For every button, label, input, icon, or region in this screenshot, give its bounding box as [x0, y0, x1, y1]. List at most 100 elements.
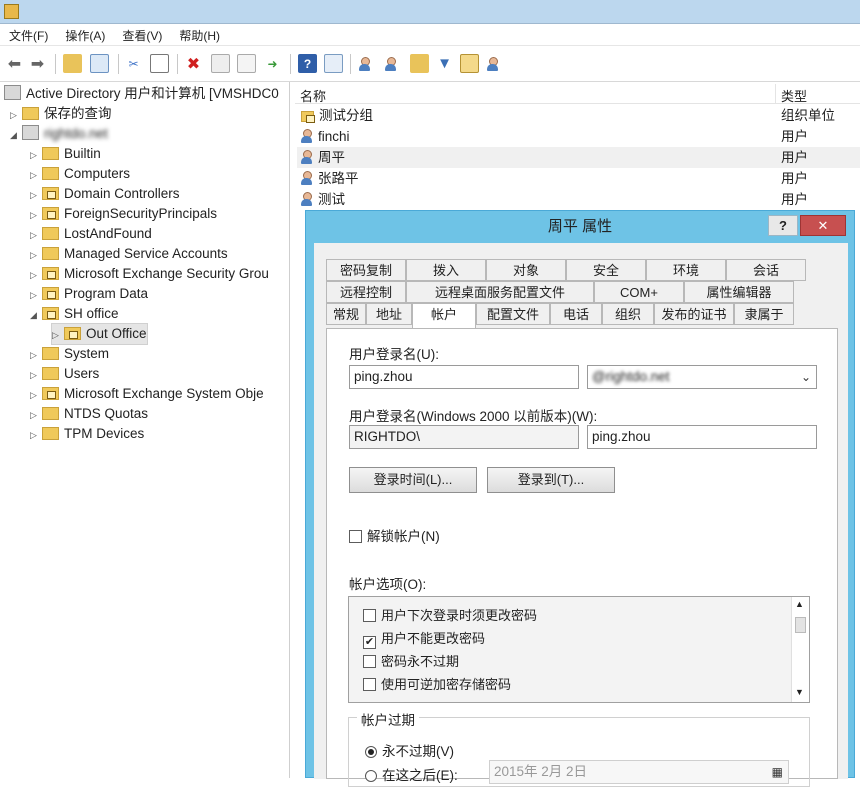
export-icon[interactable]: ➜	[263, 54, 282, 73]
tree-item[interactable]: ▷ ForeignSecurityPrincipals	[30, 204, 217, 224]
checkbox-icon[interactable]	[363, 609, 376, 622]
pre2000-name-input[interactable]: ping.zhou	[587, 425, 817, 449]
chevron-right-icon[interactable]: ▷	[30, 385, 42, 405]
column-name-header[interactable]: 名称	[300, 86, 326, 105]
checkbox-icon[interactable]	[349, 530, 362, 543]
tab[interactable]: 会话	[726, 259, 806, 281]
tree-item[interactable]: ▷ Out Office	[51, 323, 148, 345]
menu-help[interactable]: 帮助(H)	[170, 24, 228, 44]
tab[interactable]: 密码复制	[326, 259, 406, 281]
list-item[interactable]: 测试 用户	[297, 189, 860, 210]
account-option[interactable]: 用户下次登录时须更改密码	[363, 605, 537, 624]
logon-hours-button[interactable]: 登录时间(L)...	[349, 467, 477, 493]
tree-item[interactable]: ▷ TPM Devices	[30, 424, 144, 444]
checkbox-icon[interactable]	[363, 678, 376, 691]
tab[interactable]: 组织	[602, 303, 654, 325]
menu-action[interactable]: 操作(A)	[56, 24, 113, 44]
new-group-icon[interactable]	[384, 54, 403, 73]
tree-item[interactable]: ▷ Microsoft Exchange Security Grou	[30, 264, 269, 284]
add-to-group-icon[interactable]	[486, 54, 505, 73]
checkbox-icon[interactable]: ✔	[363, 636, 376, 649]
list-item[interactable]: 周平 用户	[297, 147, 860, 168]
cut-icon[interactable]: ✂	[124, 54, 143, 73]
tree-item[interactable]: ▷ System	[30, 344, 109, 364]
tab[interactable]: 配置文件	[476, 303, 550, 325]
back-arrow-icon[interactable]: ⬅	[5, 54, 24, 73]
account-option[interactable]: 使用可逆加密存储密码	[363, 674, 511, 693]
tree-item[interactable]: ▷ Computers	[30, 164, 130, 184]
menu-view[interactable]: 查看(V)	[113, 24, 170, 44]
delete-icon[interactable]: ✖	[184, 54, 203, 73]
tab[interactable]: 发布的证书	[654, 303, 734, 325]
tree-item[interactable]: ▷ Domain Controllers	[30, 184, 180, 204]
list-item[interactable]: finchi 用户	[297, 126, 860, 147]
tree-item-domain[interactable]: ◢ rightdo.net	[10, 124, 108, 144]
tree-item[interactable]: ▷ Program Data	[30, 284, 148, 304]
chevron-right-icon[interactable]: ▷	[30, 185, 42, 205]
end-of-radio[interactable]: 在这之后(E):	[365, 764, 458, 784]
tree-item[interactable]: ▷ Builtin	[30, 144, 101, 164]
list-scrollbar[interactable]: ▲ ▼	[791, 597, 809, 702]
new-user-icon[interactable]	[358, 54, 377, 73]
chevron-right-icon[interactable]: ▷	[30, 405, 42, 425]
tab[interactable]: COM+	[594, 281, 684, 303]
tab[interactable]: 安全	[566, 259, 646, 281]
chevron-right-icon[interactable]: ▷	[30, 145, 42, 165]
tab[interactable]: 远程控制	[326, 281, 406, 303]
copy-icon[interactable]	[150, 54, 169, 73]
checkbox-icon[interactable]	[363, 655, 376, 668]
chevron-right-icon[interactable]: ▷	[30, 265, 42, 285]
tab[interactable]: 地址	[366, 303, 412, 325]
chevron-right-icon[interactable]: ▷	[52, 325, 64, 345]
chevron-down-icon[interactable]: ◢	[30, 305, 42, 325]
forward-arrow-icon[interactable]: ➡	[28, 54, 47, 73]
show-tree-icon[interactable]	[90, 54, 109, 73]
chevron-right-icon[interactable]: ▷	[30, 285, 42, 305]
refresh-icon[interactable]	[237, 54, 256, 73]
filter-icon[interactable]: ▼	[435, 54, 454, 73]
chevron-right-icon[interactable]: ▷	[10, 105, 22, 125]
chevron-right-icon[interactable]: ▷	[30, 425, 42, 445]
help-button[interactable]: ?	[768, 215, 798, 236]
account-option[interactable]: 密码永不过期	[363, 651, 459, 670]
tree-item[interactable]: ◢ SH office	[30, 304, 119, 324]
chevron-right-icon[interactable]: ▷	[30, 245, 42, 265]
tree-item[interactable]: ▷ Users	[30, 364, 99, 384]
unlock-account-checkbox[interactable]: 解锁帐户(N)	[349, 525, 440, 545]
radio-icon[interactable]	[365, 770, 377, 782]
account-options-list[interactable]: 用户下次登录时须更改密码 ✔ 用户不能更改密码 密码永不过期使用可逆加密存储密码 ▲ …	[348, 596, 810, 703]
upn-suffix-select[interactable]: @rightdo.net ⌄	[587, 365, 817, 389]
column-type-header[interactable]: 类型	[781, 86, 807, 105]
new-ou-icon[interactable]	[410, 54, 429, 73]
tree-root[interactable]: Active Directory 用户和计算机 [VMSHDC0	[4, 84, 279, 104]
tab[interactable]: 常规	[326, 303, 366, 325]
chevron-right-icon[interactable]: ▷	[30, 365, 42, 385]
tab[interactable]: 环境	[646, 259, 726, 281]
tab[interactable]: 属性编辑器	[684, 281, 794, 303]
tab[interactable]: 拨入	[406, 259, 486, 281]
list-item[interactable]: 测试分组 组织单位	[297, 105, 860, 126]
tab[interactable]: 隶属于	[734, 303, 794, 325]
chevron-right-icon[interactable]: ▷	[30, 205, 42, 225]
chevron-right-icon[interactable]: ▷	[30, 225, 42, 245]
menu-file[interactable]: 文件(F)	[0, 24, 56, 44]
scroll-up-icon[interactable]: ▲	[795, 599, 804, 609]
help-icon[interactable]: ?	[298, 54, 317, 73]
scroll-down-icon[interactable]: ▼	[795, 687, 804, 697]
tree-item[interactable]: ▷ NTDS Quotas	[30, 404, 148, 424]
radio-icon[interactable]	[365, 746, 377, 758]
logon-to-button[interactable]: 登录到(T)...	[487, 467, 615, 493]
find-icon[interactable]	[460, 54, 479, 73]
tree-item-saved-queries[interactable]: ▷ 保存的查询	[10, 104, 112, 124]
tab[interactable]: 远程桌面服务配置文件	[406, 281, 594, 303]
tab[interactable]: 帐户	[412, 303, 476, 328]
scroll-thumb[interactable]	[795, 617, 806, 633]
account-option[interactable]: ✔ 用户不能更改密码	[363, 628, 485, 649]
up-folder-icon[interactable]	[63, 54, 82, 73]
tree-item[interactable]: ▷ LostAndFound	[30, 224, 152, 244]
never-expires-radio[interactable]: 永不过期(V)	[365, 740, 454, 760]
chevron-down-icon[interactable]: ◢	[10, 125, 22, 145]
list-item[interactable]: 张路平 用户	[297, 168, 860, 189]
properties-icon[interactable]	[211, 54, 230, 73]
close-button[interactable]: ✕	[800, 215, 846, 236]
